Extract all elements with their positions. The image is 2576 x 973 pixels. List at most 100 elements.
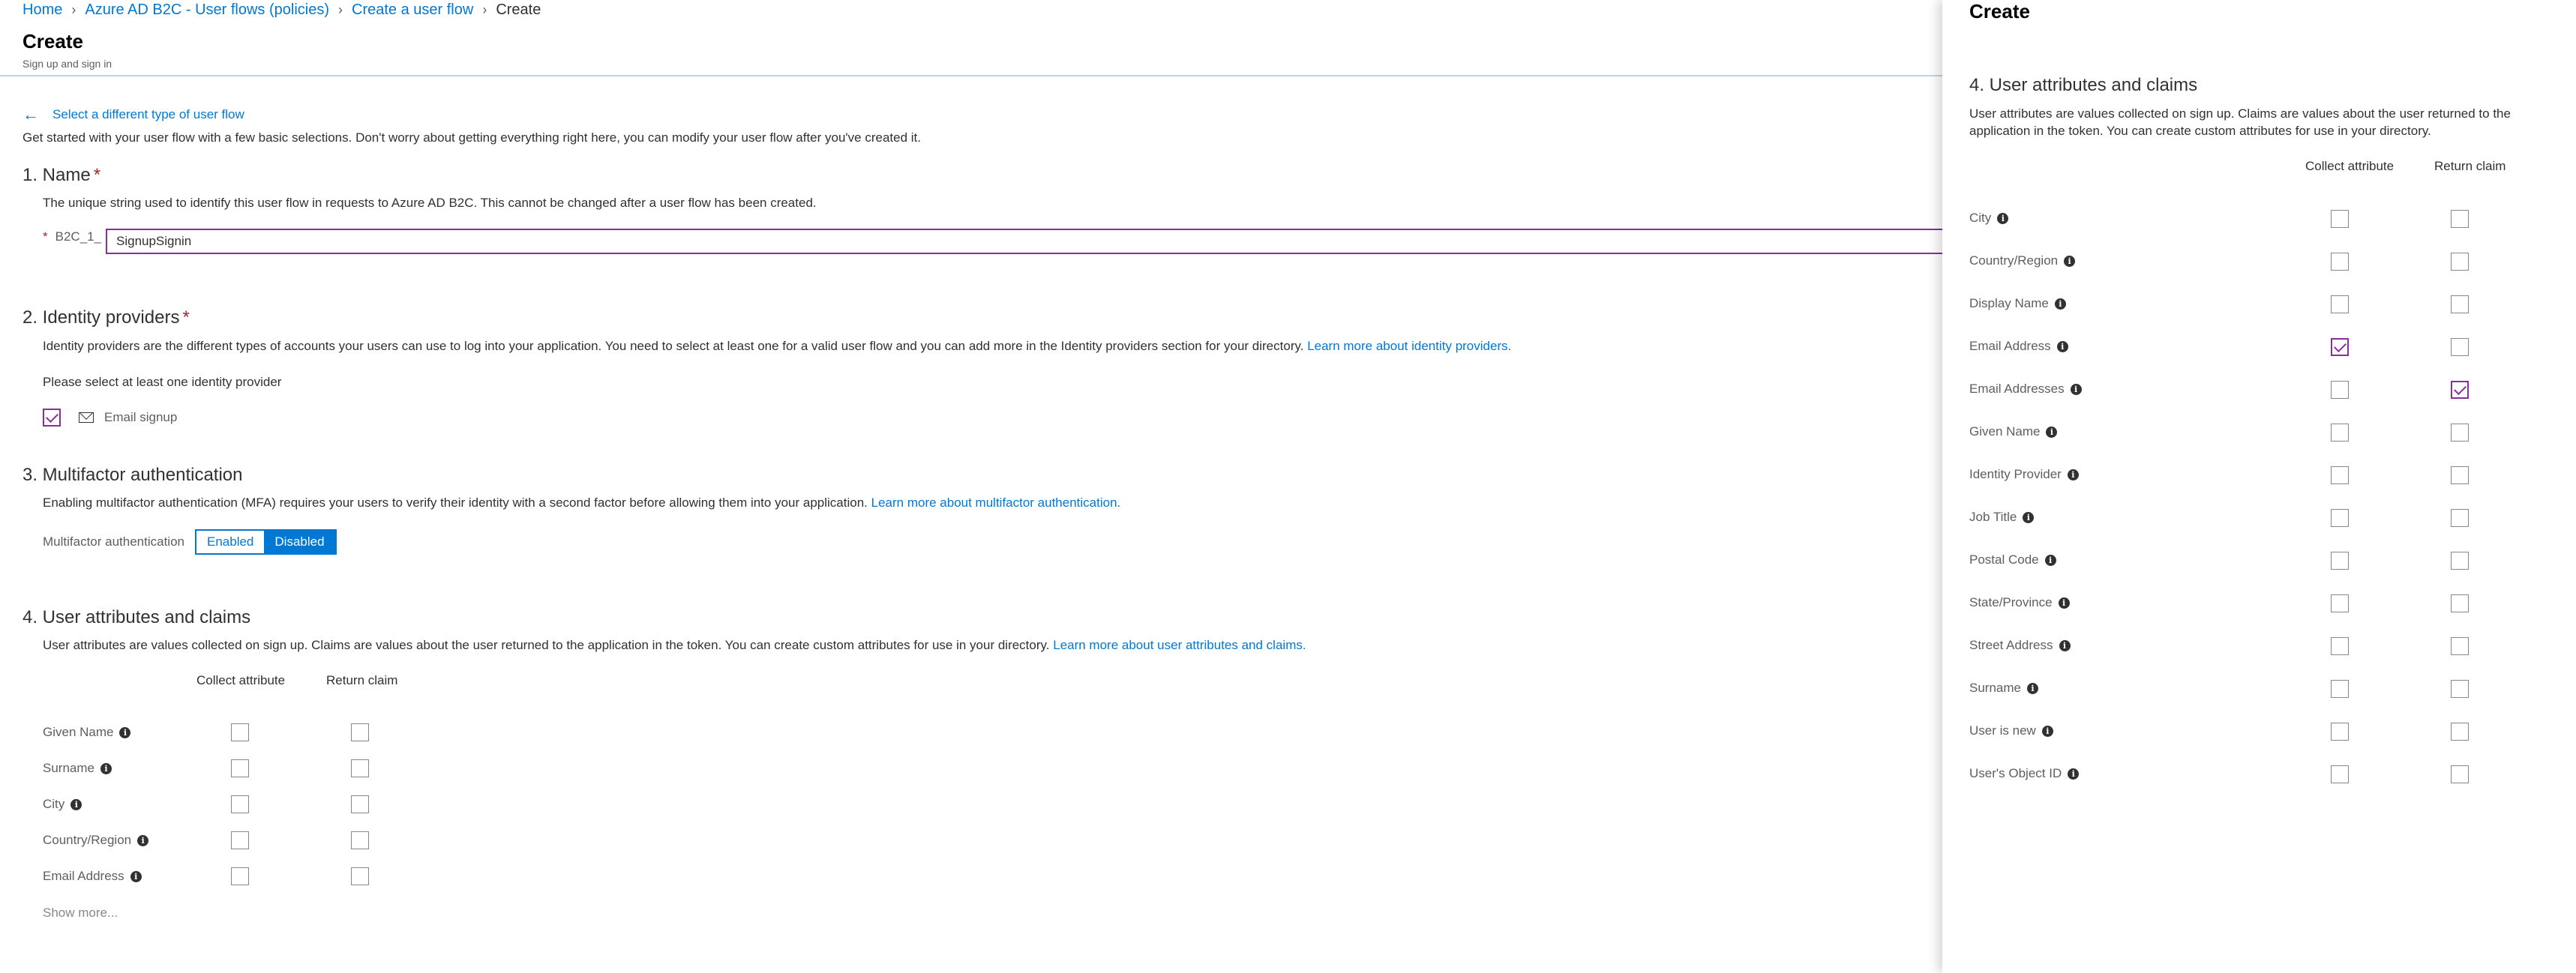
info-icon[interactable]: i	[2041, 725, 2053, 737]
info-icon[interactable]: i	[2026, 682, 2038, 694]
name-prefix: B2C_1_	[55, 229, 102, 244]
info-icon[interactable]: i	[2068, 768, 2080, 780]
info-icon[interactable]: i	[2056, 340, 2068, 352]
info-icon[interactable]: i	[2064, 255, 2076, 267]
panel-return-checkbox-identity-provider[interactable]	[2451, 466, 2469, 484]
attribute-label: Display Name	[1969, 296, 2049, 310]
panel-collect-checkbox-state-province[interactable]	[2331, 594, 2349, 612]
collect-checkbox-given-name[interactable]	[231, 723, 249, 741]
panel-collect-checkbox-given-name[interactable]	[2331, 424, 2349, 442]
panel-return-checkbox-email-address[interactable]	[2451, 338, 2469, 356]
info-icon[interactable]: i	[130, 870, 142, 882]
return-checkbox-surname[interactable]	[351, 759, 369, 777]
return-checkbox-given-name[interactable]	[351, 723, 369, 741]
attribute-row-given-name: Given Name i	[43, 725, 131, 740]
section-name-title-text: 1. Name	[22, 165, 91, 185]
section-mfa-title: 3. Multifactor authentication	[22, 465, 243, 485]
info-icon[interactable]: i	[2044, 554, 2056, 566]
panel-description: User attributes are values collected on …	[1969, 106, 2511, 138]
info-icon[interactable]: i	[137, 834, 149, 846]
panel-collect-checkbox-user-is-new[interactable]	[2331, 723, 2349, 741]
panel-collect-checkbox-country-region[interactable]	[2331, 253, 2349, 271]
breadcrumb-current: Create	[496, 1, 541, 18]
attribute-label: User's Object ID	[1969, 766, 2062, 780]
panel-collect-checkbox-email-addresses[interactable]	[2331, 381, 2349, 399]
email-signup-option: Email signup	[43, 409, 177, 427]
panel-return-checkbox-state-province[interactable]	[2451, 594, 2469, 612]
panel-collect-checkbox-street-address[interactable]	[2331, 637, 2349, 655]
panel-attribute-row-email-addresses: Email Addresses i	[1969, 382, 2082, 397]
info-icon[interactable]: i	[2067, 469, 2079, 481]
return-checkbox-email-address[interactable]	[351, 867, 369, 885]
collect-checkbox-email-address[interactable]	[231, 867, 249, 885]
info-icon[interactable]: i	[2059, 639, 2071, 651]
return-checkbox-city[interactable]	[351, 795, 369, 813]
collect-checkbox-country-region[interactable]	[231, 831, 249, 849]
panel-collect-attribute-header: Collect attribute	[2305, 159, 2395, 173]
panel-return-checkbox-user-s-object-id[interactable]	[2451, 765, 2469, 783]
mfa-learn-more-link[interactable]: Learn more about multifactor authenticat…	[871, 495, 1121, 510]
panel-attribute-row-job-title: Job Title i	[1969, 510, 2035, 525]
panel-attribute-row-surname: Surname i	[1969, 681, 2038, 696]
info-icon[interactable]: i	[70, 798, 82, 810]
info-icon[interactable]: i	[1997, 212, 2009, 224]
panel-collect-checkbox-surname[interactable]	[2331, 680, 2349, 698]
panel-return-checkbox-given-name[interactable]	[2451, 424, 2469, 442]
panel-return-checkbox-email-addresses[interactable]	[2451, 381, 2469, 399]
mfa-disabled-option[interactable]: Disabled	[264, 531, 335, 553]
panel-collect-checkbox-city[interactable]	[2331, 210, 2349, 228]
attribute-label: Given Name	[43, 725, 114, 739]
panel-collect-checkbox-identity-provider[interactable]	[2331, 466, 2349, 484]
panel-return-checkbox-job-title[interactable]	[2451, 509, 2469, 527]
attribute-label: Job Title	[1969, 510, 2017, 524]
panel-collect-checkbox-user-s-object-id[interactable]	[2331, 765, 2349, 783]
panel-return-checkbox-postal-code[interactable]	[2451, 552, 2469, 570]
return-checkbox-country-region[interactable]	[351, 831, 369, 849]
email-signup-checkbox[interactable]	[43, 409, 61, 427]
panel-return-checkbox-surname[interactable]	[2451, 680, 2469, 698]
panel-collect-checkbox-postal-code[interactable]	[2331, 552, 2349, 570]
panel-return-checkbox-display-name[interactable]	[2451, 295, 2469, 313]
panel-attribute-row-user-is-new: User is new i	[1969, 723, 2053, 738]
section-mfa-description: Enabling multifactor authentication (MFA…	[43, 495, 1120, 510]
panel-collect-checkbox-display-name[interactable]	[2331, 295, 2349, 313]
panel-attribute-row-state-province: State/Province i	[1969, 595, 2070, 610]
panel-return-checkbox-street-address[interactable]	[2451, 637, 2469, 655]
panel-collect-checkbox-job-title[interactable]	[2331, 509, 2349, 527]
back-link[interactable]: ← Select a different type of user flow	[22, 105, 244, 124]
show-more-link[interactable]: Show more...	[43, 906, 118, 921]
info-icon[interactable]: i	[119, 726, 131, 738]
breadcrumb-home[interactable]: Home	[22, 1, 62, 19]
breadcrumb: Home › Azure AD B2C - User flows (polici…	[22, 0, 541, 19]
back-link-label: Select a different type of user flow	[52, 107, 244, 121]
info-icon[interactable]: i	[2023, 511, 2035, 523]
panel-collect-checkbox-email-address[interactable]	[2331, 338, 2349, 356]
mfa-description-text: Enabling multifactor authentication (MFA…	[43, 495, 868, 510]
info-icon[interactable]: i	[100, 762, 112, 774]
panel-attribute-row-identity-provider: Identity Provider i	[1969, 467, 2079, 482]
info-icon[interactable]: i	[2046, 426, 2058, 438]
breadcrumb-create-user-flow[interactable]: Create a user flow	[352, 1, 473, 19]
chevron-right-icon: ›	[338, 1, 343, 17]
identity-providers-description-text: Identity providers are the different typ…	[43, 339, 1304, 353]
info-icon[interactable]: i	[2054, 298, 2066, 310]
panel-return-checkbox-country-region[interactable]	[2451, 253, 2469, 271]
attributes-learn-more-link[interactable]: Learn more about user attributes and cla…	[1053, 638, 1306, 652]
attribute-label: Postal Code	[1969, 552, 2039, 567]
panel-attribute-row-postal-code: Postal Code i	[1969, 552, 2056, 567]
attribute-row-email-address: Email Address i	[43, 869, 142, 884]
panel-return-checkbox-user-is-new[interactable]	[2451, 723, 2469, 741]
info-icon[interactable]: i	[2070, 383, 2082, 395]
panel-return-checkbox-city[interactable]	[2451, 210, 2469, 228]
collect-checkbox-surname[interactable]	[231, 759, 249, 777]
name-input[interactable]: SignupSignin	[106, 229, 1943, 254]
identity-providers-learn-more-link[interactable]: Learn more about identity providers.	[1307, 339, 1511, 353]
attribute-label: Email Address	[1969, 339, 2051, 353]
collect-checkbox-city[interactable]	[231, 795, 249, 813]
chevron-right-icon: ›	[482, 1, 487, 17]
info-icon[interactable]: i	[2058, 597, 2070, 609]
breadcrumb-user-flows[interactable]: Azure AD B2C - User flows (policies)	[85, 1, 329, 19]
mail-icon	[79, 412, 94, 423]
page-title: Create	[22, 30, 83, 52]
mfa-enabled-option[interactable]: Enabled	[196, 531, 265, 553]
